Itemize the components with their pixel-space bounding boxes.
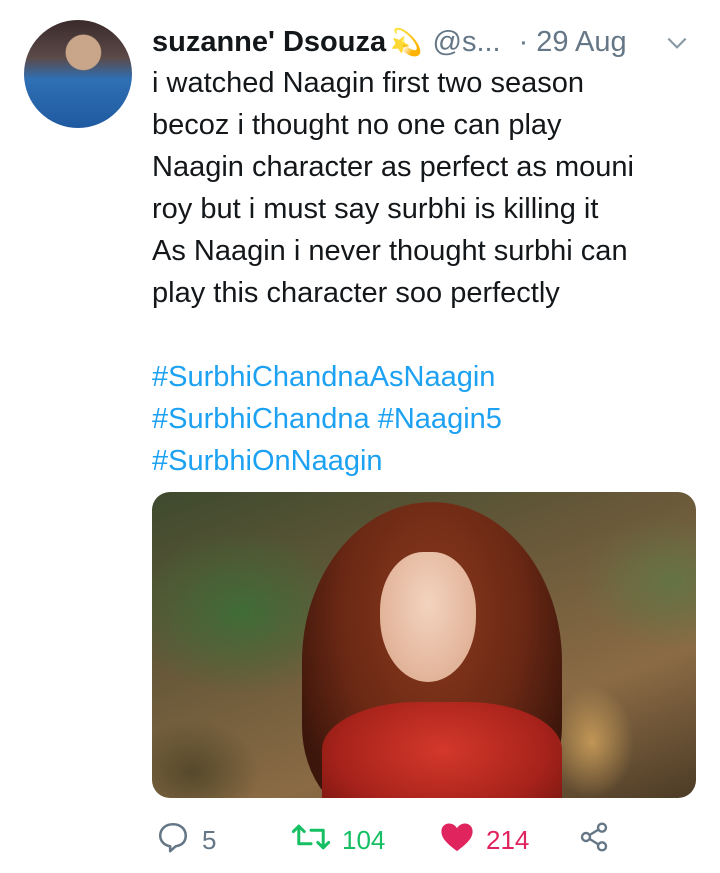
- hashtags: #SurbhiChandnaAsNaagin #SurbhiChandna #N…: [152, 356, 702, 482]
- reply-count: 5: [202, 824, 217, 855]
- avatar[interactable]: [24, 20, 132, 128]
- retweet-count: 104: [342, 824, 386, 855]
- heart-icon: [440, 821, 474, 860]
- retweet-icon: [291, 822, 331, 859]
- share-button[interactable]: [578, 818, 610, 862]
- like-button[interactable]: 214: [440, 818, 529, 862]
- reply-button[interactable]: 5: [156, 818, 216, 862]
- author-emoji: 💫: [390, 26, 423, 57]
- author-name[interactable]: suzanne' Dsouza: [152, 26, 386, 59]
- hashtag-link[interactable]: #Naagin5: [378, 403, 502, 435]
- chevron-down-icon[interactable]: [664, 30, 690, 61]
- author-handle[interactable]: @s...: [433, 26, 501, 59]
- tweet-media-image[interactable]: [152, 492, 696, 798]
- like-count: 214: [486, 824, 530, 855]
- separator-dot: ·: [518, 25, 529, 58]
- hashtag-link[interactable]: #SurbhiChandnaAsNaagin: [152, 361, 495, 393]
- tweet-header: suzanne' Dsouza 💫 @s... · 29 Aug: [152, 22, 696, 62]
- media-dress-shape: [322, 702, 562, 798]
- share-icon: [578, 821, 610, 860]
- hashtag-link[interactable]: #SurbhiOnNaagin: [152, 445, 383, 477]
- tweet-text: i watched Naagin first two season becoz …: [152, 67, 634, 309]
- retweet-button[interactable]: 104: [291, 818, 386, 862]
- media-face-shape: [380, 552, 476, 682]
- tweet-date[interactable]: 29 Aug: [536, 26, 626, 59]
- hashtag-link[interactable]: #SurbhiChandna: [152, 403, 370, 435]
- tweet-actions: 5 104 214: [152, 818, 672, 862]
- reply-icon: [156, 820, 190, 861]
